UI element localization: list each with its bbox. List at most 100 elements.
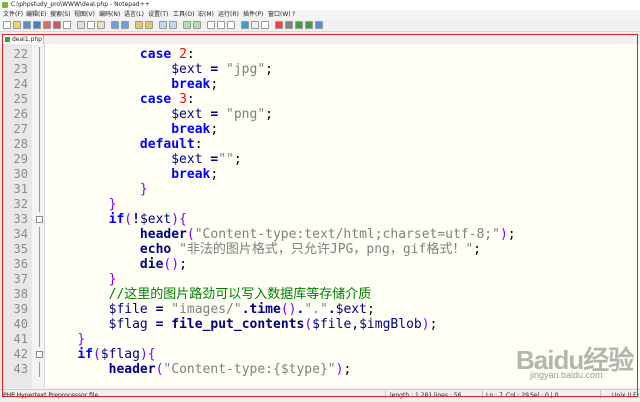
- code-token: (: [186, 227, 195, 242]
- show-all-chars-icon[interactable]: [217, 21, 225, 29]
- code-token: ): [139, 347, 148, 362]
- code-line[interactable]: case 2:: [46, 47, 195, 62]
- code-token: :: [186, 92, 195, 107]
- code-line[interactable]: case 3:: [46, 92, 195, 107]
- cut-icon[interactable]: [77, 21, 85, 29]
- copy-icon[interactable]: [87, 21, 95, 29]
- code-line[interactable]: $file = "images/".time().".".$ext;: [46, 302, 375, 317]
- word-wrap-icon[interactable]: [207, 21, 215, 29]
- code-line[interactable]: if(!$ext){: [46, 212, 187, 227]
- code-line[interactable]: $ext = "jpg";: [46, 62, 273, 77]
- undo-icon[interactable]: [111, 21, 119, 29]
- menu-run[interactable]: 运行(R): [218, 10, 239, 20]
- status-divider: [600, 390, 601, 399]
- code-line[interactable]: $ext ="";: [46, 152, 241, 167]
- code-token: }: [77, 332, 86, 347]
- menu-window[interactable]: 窗口(W): [268, 10, 291, 20]
- menu-macro[interactable]: 宏(M): [198, 10, 214, 20]
- menu-encoding[interactable]: 编码(N): [99, 10, 120, 20]
- redo-icon[interactable]: [121, 21, 129, 29]
- code-token: $flag: [100, 347, 140, 362]
- code-line[interactable]: break;: [46, 122, 218, 137]
- code-line[interactable]: }: [46, 197, 117, 212]
- zoom-in-icon[interactable]: [159, 21, 167, 29]
- menu-edit[interactable]: 编辑(E): [26, 10, 46, 20]
- function-list-icon[interactable]: [251, 21, 259, 29]
- zoom-out-icon[interactable]: [169, 21, 177, 29]
- tab-label: deal1.php: [12, 36, 42, 43]
- play-macro-icon[interactable]: [295, 21, 303, 29]
- find-icon[interactable]: [135, 21, 143, 29]
- code-line[interactable]: //这里的图片路劲可以写入数据库等存储介质: [46, 287, 372, 302]
- line-number: 40: [13, 317, 28, 331]
- code-line[interactable]: }: [46, 332, 85, 347]
- stop-macro-icon[interactable]: [285, 21, 293, 29]
- code-token: 3: [179, 92, 187, 107]
- record-macro-icon[interactable]: [275, 21, 283, 29]
- open-file-icon[interactable]: [13, 21, 21, 29]
- code-token: "jpg": [226, 62, 266, 77]
- code-line[interactable]: $flag = file_put_contents($file,$imgBlob…: [46, 317, 438, 332]
- code-token: case: [139, 47, 172, 62]
- menu-file[interactable]: 文件(F): [3, 10, 23, 20]
- print-icon[interactable]: [63, 21, 71, 29]
- save-macro-icon[interactable]: [315, 21, 323, 29]
- line-number: 42: [13, 347, 28, 361]
- close-icon[interactable]: [43, 21, 51, 29]
- code-line[interactable]: header("Content-type:text/html;charset=u…: [46, 227, 516, 242]
- code-token: $ext: [139, 212, 172, 227]
- code-token: "png": [226, 107, 266, 122]
- new-file-icon[interactable]: [3, 21, 11, 29]
- code-line[interactable]: if($flag){: [46, 347, 155, 362]
- menu-plugins[interactable]: 插件(P): [243, 10, 263, 20]
- code-line[interactable]: }: [46, 182, 148, 197]
- menu-help[interactable]: ?: [292, 10, 295, 20]
- menu-view[interactable]: 视图(V): [74, 10, 95, 20]
- code-line[interactable]: echo "非法的图片格式，只允许JPG，png，gif格式！";: [46, 242, 481, 257]
- fold-guide-line: [39, 227, 40, 347]
- code-editor[interactable]: 22 23 24 25 26 27 28 29 30 31 32 33 34 35 36 37 38 39 40 41…: [0, 44, 640, 388]
- menu-tools[interactable]: 工具(O): [173, 10, 194, 20]
- paste-icon[interactable]: [97, 21, 105, 29]
- code-line[interactable]: $ext = "png";: [46, 107, 273, 122]
- doc-map-icon[interactable]: [241, 21, 249, 29]
- line-number: 25: [13, 92, 28, 106]
- menu-search[interactable]: 搜索(S): [50, 10, 71, 20]
- code-token: ;: [473, 242, 481, 257]
- code-token: ;: [210, 77, 219, 92]
- save-icon[interactable]: [23, 21, 31, 29]
- save-all-icon[interactable]: [33, 21, 41, 29]
- sync-h-icon[interactable]: [193, 21, 201, 29]
- code-line[interactable]: header("Content-type:{$type}");: [46, 362, 352, 377]
- code-line[interactable]: die();: [46, 257, 187, 272]
- code-token: }: [108, 272, 117, 287]
- sync-v-icon[interactable]: [183, 21, 191, 29]
- menu-language[interactable]: 语言(L): [124, 10, 144, 20]
- code-line[interactable]: }: [46, 272, 117, 287]
- status-length: length : 1,281: [390, 392, 433, 399]
- tab-deal1-php[interactable]: deal1.php: [2, 34, 44, 44]
- replace-icon[interactable]: [145, 21, 153, 29]
- indent-guide-icon[interactable]: [227, 21, 235, 29]
- code-token: echo: [139, 242, 172, 257]
- code-line[interactable]: default:: [46, 137, 203, 152]
- fold-toggle-icon[interactable]: [36, 351, 43, 358]
- fold-toggle-icon[interactable]: [36, 216, 43, 223]
- code-token: $flag: [108, 317, 148, 332]
- code-line[interactable]: break;: [46, 167, 218, 182]
- code-line[interactable]: break;: [46, 77, 218, 92]
- menu-settings[interactable]: 设置(T): [148, 10, 168, 20]
- run-macro-multiple-icon[interactable]: [305, 21, 313, 29]
- close-all-icon[interactable]: [53, 21, 61, 29]
- folder-workspace-icon[interactable]: [261, 21, 269, 29]
